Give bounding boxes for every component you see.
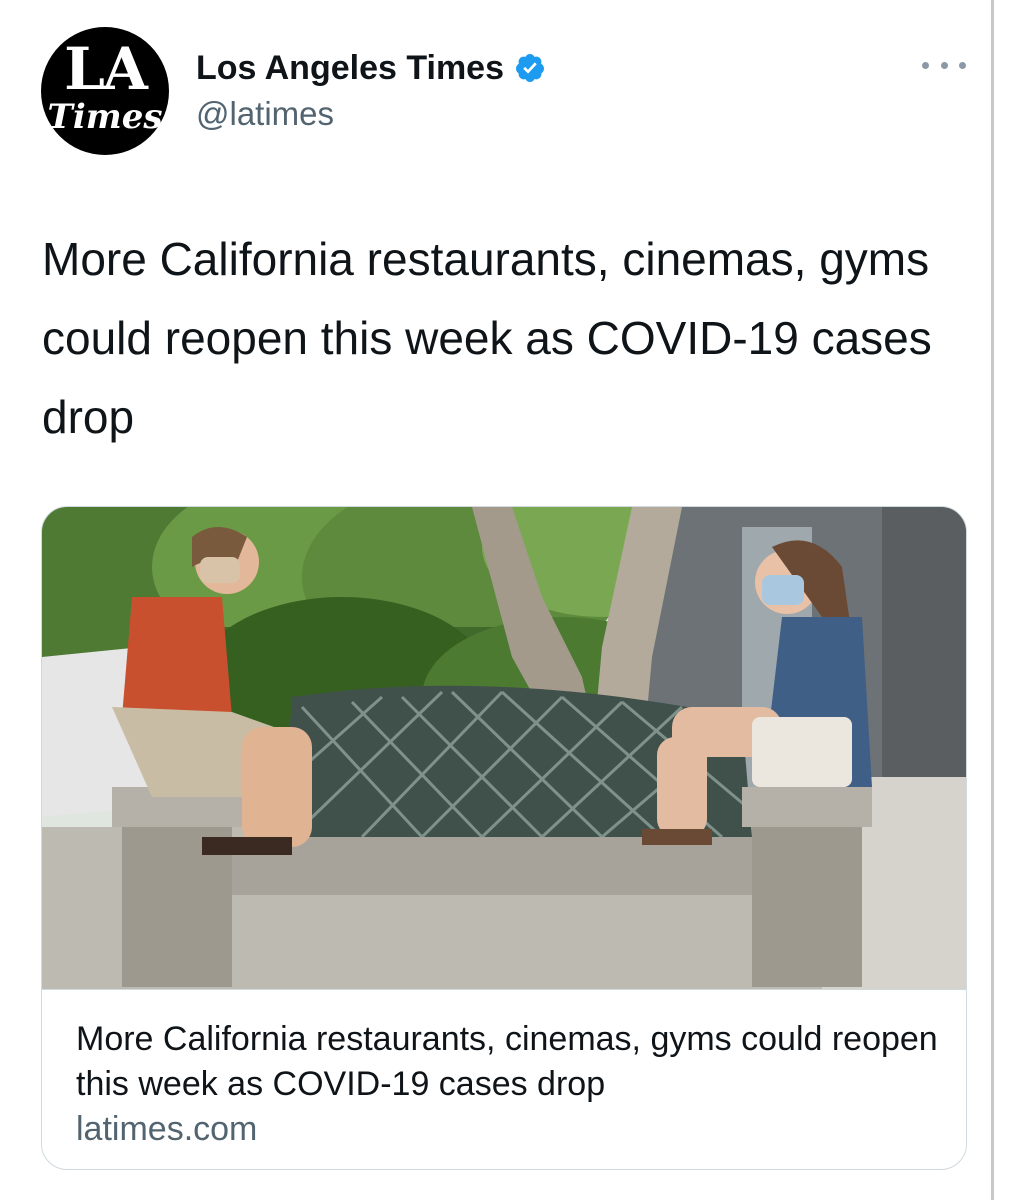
account-name-row[interactable]: Los Angeles Times	[196, 48, 546, 88]
more-options-icon[interactable]	[922, 50, 966, 80]
logo-text-times: Times	[47, 97, 163, 137]
more-dot-icon	[940, 61, 948, 69]
link-card[interactable]: More California restaurants, cinemas, gy…	[41, 506, 967, 1170]
tweet-text: More California restaurants, cinemas, gy…	[42, 233, 932, 443]
more-dot-icon	[959, 61, 966, 69]
link-card-title[interactable]: More California restaurants, cinemas, gy…	[76, 1017, 946, 1107]
account-handle[interactable]: @latimes	[196, 95, 334, 133]
display-name[interactable]: Los Angeles Times	[196, 49, 504, 88]
logo-text-la: LA	[64, 35, 148, 103]
avatar[interactable]: LA Times	[41, 27, 169, 155]
link-card-image[interactable]	[42, 507, 966, 989]
more-dot-icon	[922, 61, 929, 69]
scroll-edge	[991, 0, 994, 1200]
verified-badge-icon	[516, 54, 544, 82]
card-divider	[42, 989, 966, 990]
link-card-domain[interactable]: latimes.com	[76, 1110, 257, 1149]
